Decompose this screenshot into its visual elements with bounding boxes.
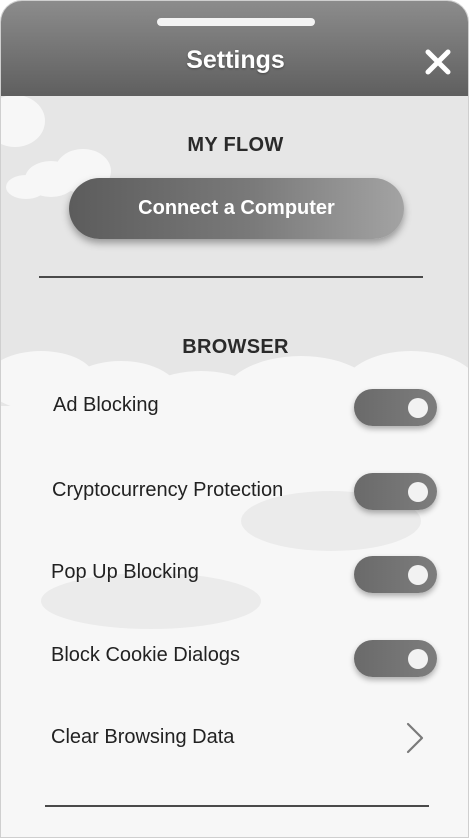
block-cookie-dialogs-label: Block Cookie Dialogs bbox=[51, 644, 240, 666]
close-button[interactable] bbox=[421, 45, 455, 79]
pop-up-blocking-label: Pop Up Blocking bbox=[51, 561, 199, 583]
clear-browsing-data-label[interactable]: Clear Browsing Data bbox=[51, 726, 234, 749]
divider bbox=[45, 805, 429, 807]
ad-blocking-label: Ad Blocking bbox=[53, 394, 159, 416]
close-icon bbox=[425, 49, 451, 75]
page-title: Settings bbox=[186, 46, 285, 74]
section-title-browser: BROWSER bbox=[182, 336, 289, 358]
toggle-knob bbox=[408, 649, 428, 669]
block-cookie-dialogs-toggle[interactable] bbox=[354, 640, 437, 677]
section-title-my-flow: MY FLOW bbox=[187, 134, 284, 156]
clear-browsing-data-button[interactable] bbox=[403, 721, 427, 755]
crypto-protection-toggle[interactable] bbox=[354, 473, 437, 510]
connect-computer-button[interactable]: Connect a Computer bbox=[69, 178, 404, 239]
pop-up-blocking-toggle[interactable] bbox=[354, 556, 437, 593]
header-bar: Settings bbox=[1, 1, 468, 96]
crypto-protection-label: Cryptocurrency Protection bbox=[52, 479, 284, 501]
settings-sheet: Settings MY FLOW Connect a Computer BROW… bbox=[0, 0, 469, 838]
toggle-knob bbox=[408, 482, 428, 502]
toggle-knob bbox=[408, 565, 428, 585]
ad-blocking-toggle[interactable] bbox=[354, 389, 437, 426]
chevron-right-icon bbox=[406, 722, 424, 754]
drag-handle[interactable] bbox=[157, 18, 315, 26]
divider bbox=[39, 276, 423, 278]
toggle-knob bbox=[408, 398, 428, 418]
